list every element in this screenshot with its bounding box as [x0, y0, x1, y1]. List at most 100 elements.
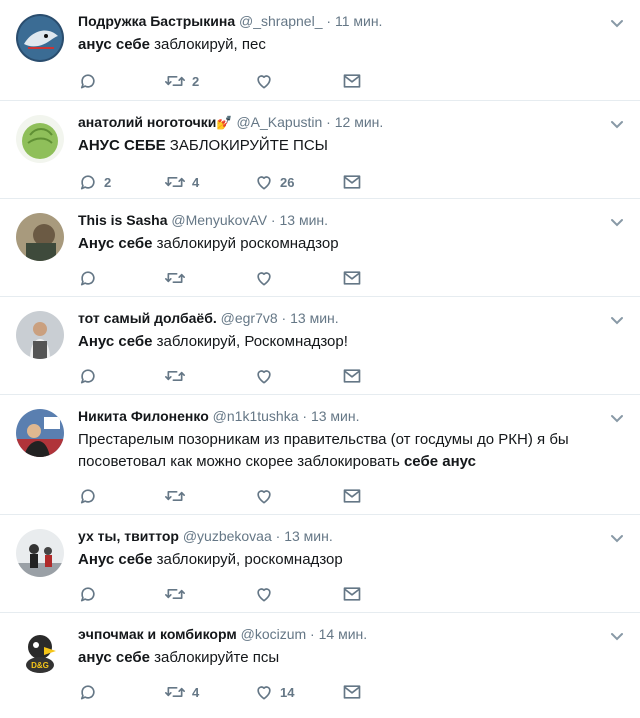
tweet[interactable]: тот самый долбаёб. @egr7v8 · 13 мин. Анус… [0, 296, 640, 394]
timestamp[interactable]: 11 мин. [335, 13, 383, 29]
like-button[interactable] [254, 583, 280, 605]
chevron-down-icon[interactable] [610, 215, 624, 227]
reply-button[interactable]: 2 [78, 171, 111, 193]
username-handle[interactable]: @_shrapnel_ [239, 13, 323, 29]
retweet-icon [164, 71, 186, 91]
like-button[interactable] [254, 70, 280, 92]
tweet-header: эчпочмак и комбикорм @kocizum · 14 мин. [78, 625, 600, 643]
like-button[interactable] [254, 267, 280, 289]
retweet-count: 4 [192, 684, 200, 700]
timestamp[interactable]: 13 мин. [290, 310, 339, 326]
reply-icon [78, 268, 98, 288]
retweet-icon [164, 584, 186, 604]
timestamp[interactable]: 14 мин. [319, 626, 368, 642]
retweet-button[interactable] [164, 365, 192, 387]
flag-avatar[interactable] [16, 409, 64, 457]
retweet-button[interactable]: 2 [164, 70, 199, 92]
display-name[interactable]: Подружка Бастрыкина [78, 13, 235, 29]
chevron-down-icon[interactable] [610, 117, 624, 129]
reply-button[interactable] [78, 485, 104, 507]
like-button[interactable] [254, 365, 280, 387]
reply-button[interactable] [78, 365, 104, 387]
timestamp[interactable]: 13 мин. [279, 212, 328, 228]
chevron-down-icon[interactable] [610, 629, 624, 641]
chevron-down-icon[interactable] [610, 411, 624, 423]
separator-dot: · [267, 212, 280, 228]
direct-message-button[interactable] [342, 70, 362, 92]
username-handle[interactable]: @kocizum [241, 626, 307, 642]
chevron-down-icon[interactable] [610, 16, 624, 28]
chevron-down-icon[interactable] [610, 531, 624, 543]
reply-button[interactable] [78, 583, 104, 605]
separator-dot: · [306, 626, 319, 642]
direct-message-button[interactable] [342, 267, 362, 289]
tweet-text-bold: себе анус [403, 453, 476, 470]
like-button[interactable]: 14 [254, 681, 294, 703]
direct-message-icon [342, 367, 362, 385]
username-handle[interactable]: @yuzbekovaa [183, 528, 272, 544]
reply-button[interactable] [78, 681, 104, 703]
tweet-feed: Подружка Бастрыкина @_shrapnel_ · 11 мин… [0, 0, 640, 718]
tweet[interactable]: Никита Филоненко @n1k1tushka · 13 мин. Пр… [0, 394, 640, 514]
tweet[interactable]: ух ты, твиттор @yuzbekovaa · 13 мин. Анус… [0, 514, 640, 612]
cabbage-avatar[interactable] [16, 115, 64, 163]
username-handle[interactable]: @n1k1tushka [213, 408, 299, 424]
like-button[interactable] [254, 485, 280, 507]
tweet-actions: 2 4 26 [78, 171, 378, 193]
separator-dot: · [322, 13, 335, 29]
timestamp[interactable]: 13 мин. [284, 528, 333, 544]
display-name[interactable]: эчпочмак и комбикорм [78, 626, 237, 642]
tweet-text: АНУС СЕБЕ ЗАБЛОКИРУЙТЕ ПСЫ [78, 135, 620, 157]
photo-avatar[interactable] [16, 213, 64, 261]
like-count: 14 [280, 684, 295, 700]
person-avatar[interactable] [16, 311, 64, 359]
nail-polish-emoji: 💅 [216, 115, 233, 130]
reply-button[interactable] [78, 267, 104, 289]
tweet-header: Никита Филоненко @n1k1tushka · 13 мин. [78, 407, 600, 425]
tweet-header: ух ты, твиттор @yuzbekovaa · 13 мин. [78, 527, 600, 545]
display-name[interactable]: This is Sasha [78, 212, 167, 228]
direct-message-button[interactable] [342, 485, 362, 507]
retweet-button[interactable]: 4 [164, 681, 199, 703]
display-name[interactable]: тот самый долбаёб. [78, 310, 217, 326]
chevron-down-icon[interactable] [610, 313, 624, 325]
retweet-button[interactable] [164, 583, 192, 605]
username-handle[interactable]: @A_Kapustin [236, 114, 322, 130]
direct-message-icon [342, 72, 362, 90]
display-name[interactable]: Никита Филоненко [78, 408, 209, 424]
timestamp[interactable]: 12 мин. [335, 114, 384, 130]
tweet[interactable]: This is Sasha @MenyukovAV · 13 мин. Анус … [0, 198, 640, 296]
direct-message-button[interactable] [342, 171, 362, 193]
direct-message-button[interactable] [342, 583, 362, 605]
username-handle[interactable]: @MenyukovAV [171, 212, 267, 228]
bird-avatar[interactable]: D&G [16, 627, 64, 675]
timestamp[interactable]: 13 мин. [311, 408, 360, 424]
display-name[interactable]: ух ты, твиттор [78, 528, 179, 544]
retweet-button[interactable]: 4 [164, 171, 199, 193]
reply-button[interactable] [78, 70, 104, 92]
tweet[interactable]: Подружка Бастрыкина @_shrapnel_ · 11 мин… [0, 0, 640, 100]
retweet-button[interactable] [164, 267, 192, 289]
tweet-header: This is Sasha @MenyukovAV · 13 мин. [78, 211, 600, 229]
tweet[interactable]: анатолий ноготочки💅 @A_Kapustin · 12 мин… [0, 100, 640, 198]
like-icon [254, 366, 274, 386]
like-button[interactable]: 26 [254, 171, 294, 193]
tweet-header: Подружка Бастрыкина @_shrapnel_ · 11 мин… [78, 12, 600, 30]
tweet-text-part: заблокируйте псы [149, 649, 280, 666]
like-icon [254, 682, 274, 702]
tweet-text-bold: Анус себе [78, 235, 153, 252]
tweet-header: тот самый долбаёб. @egr7v8 · 13 мин. [78, 309, 600, 327]
direct-message-button[interactable] [342, 681, 362, 703]
display-name[interactable]: анатолий ноготочки [78, 114, 216, 130]
tweet-text-part: заблокируй, роскомнадзор [152, 551, 343, 568]
reply-icon [78, 486, 98, 506]
tweet-text: Анус себе заблокируй роскомнадзор [78, 233, 620, 255]
like-count: 26 [280, 174, 295, 190]
tweet[interactable]: D&G эчпочмак и комбикорм @kocizum · 14 ми… [0, 612, 640, 718]
people-avatar[interactable] [16, 529, 64, 577]
like-icon [254, 71, 274, 91]
shark-avatar[interactable] [16, 14, 64, 62]
username-handle[interactable]: @egr7v8 [221, 310, 278, 326]
direct-message-button[interactable] [342, 365, 362, 387]
retweet-button[interactable] [164, 485, 192, 507]
